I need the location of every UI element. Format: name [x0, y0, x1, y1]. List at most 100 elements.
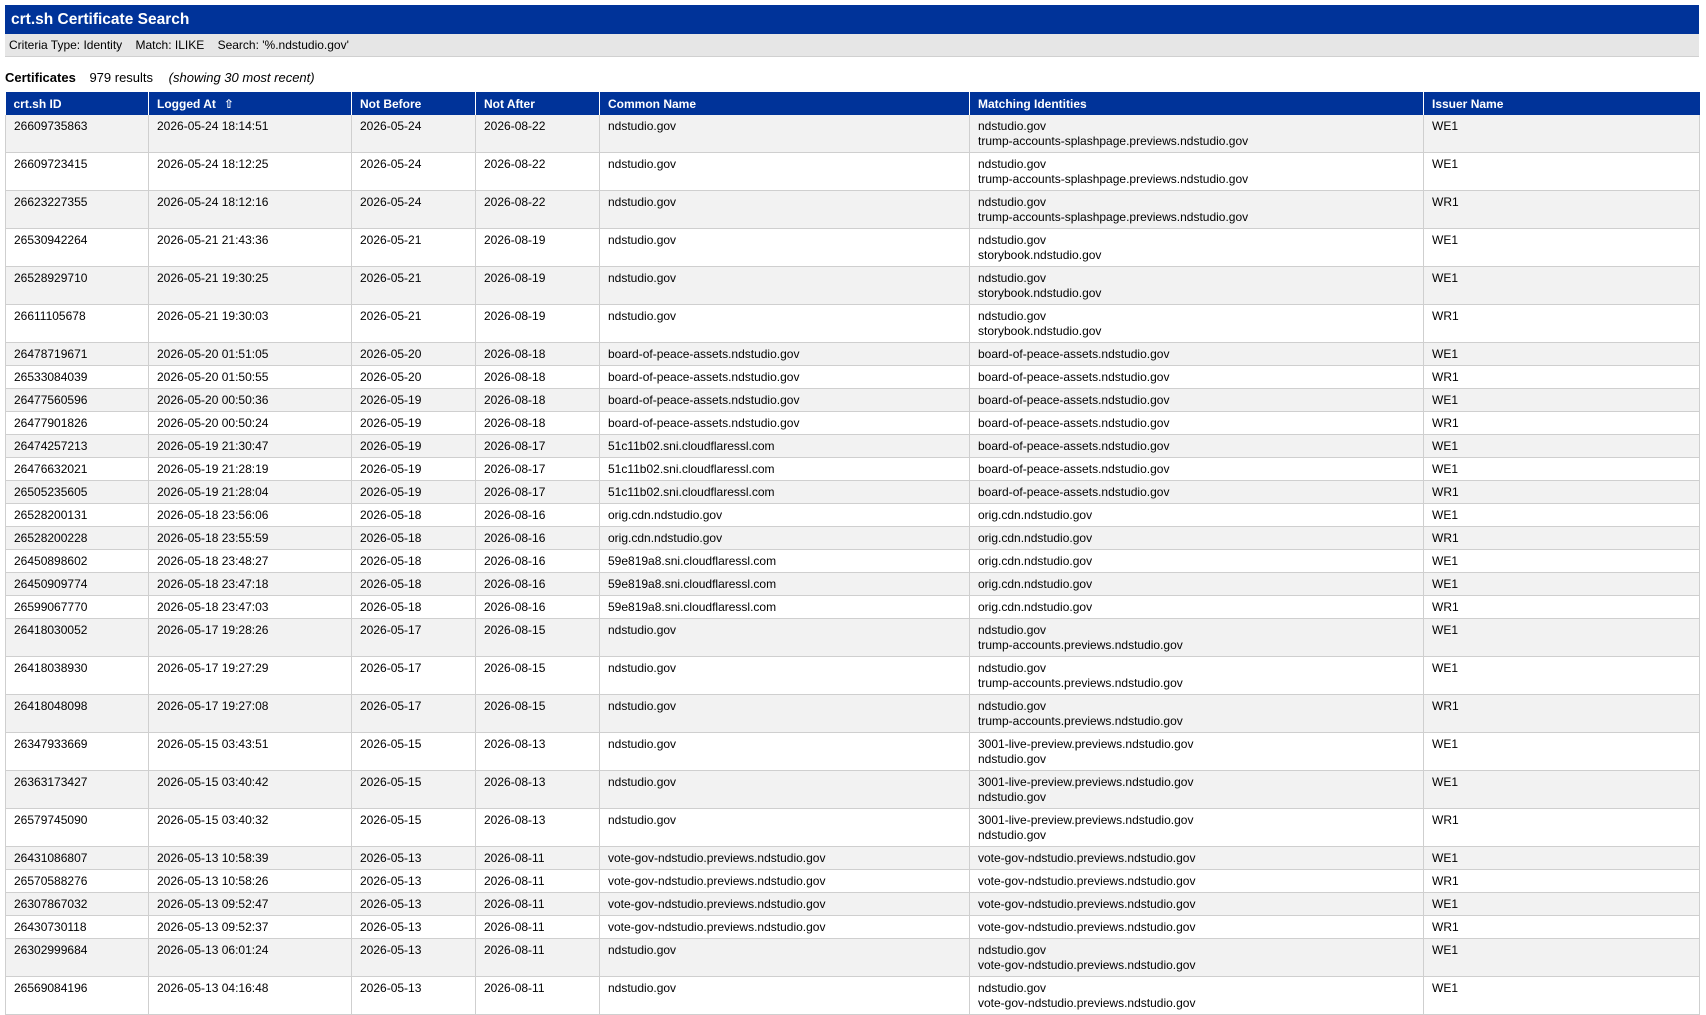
cell-crtsh-id[interactable]: 26623227355: [5, 190, 149, 229]
cell-common-name: 51c11b02.sni.cloudflaressl.com: [599, 457, 970, 481]
cell-issuer-name[interactable]: WR1: [1423, 869, 1700, 893]
table-row: 26418030052 2026-05-17 19:28:26 2026-05-17…: [5, 618, 1700, 657]
cell-crtsh-id[interactable]: 26307867032: [5, 892, 149, 916]
cell-crtsh-id[interactable]: 26347933669: [5, 732, 149, 771]
cell-crtsh-id[interactable]: 26611105678: [5, 304, 149, 343]
cell-issuer-name[interactable]: WR1: [1423, 694, 1700, 733]
cell-matching-identities: vote-gov-ndstudio.previews.ndstudio.gov: [969, 915, 1424, 939]
cell-issuer-name[interactable]: WR1: [1423, 365, 1700, 389]
table-row: 26418048098 2026-05-17 19:27:08 2026-05-17…: [5, 694, 1700, 733]
cell-issuer-name[interactable]: WE1: [1423, 228, 1700, 267]
cell-common-name: 59e819a8.sni.cloudflaressl.com: [599, 549, 970, 573]
cell-issuer-name[interactable]: WR1: [1423, 595, 1700, 619]
up-arrow-icon: ⇧: [223, 96, 234, 111]
cell-crtsh-id[interactable]: 26570588276: [5, 869, 149, 893]
identity-value: trump-accounts.previews.ndstudio.gov: [978, 675, 1183, 690]
column-header-crtsh-id[interactable]: crt.sh ID: [5, 92, 149, 115]
cell-crtsh-id[interactable]: 26476632021: [5, 457, 149, 481]
cell-issuer-name[interactable]: WR1: [1423, 480, 1700, 504]
cell-issuer-name[interactable]: WE1: [1423, 266, 1700, 305]
identity-value: trump-accounts.previews.ndstudio.gov: [978, 713, 1183, 728]
cell-crtsh-id[interactable]: 26505235605: [5, 480, 149, 504]
cell-crtsh-id[interactable]: 26528200228: [5, 526, 149, 550]
cell-crtsh-id[interactable]: 26599067770: [5, 595, 149, 619]
cell-crtsh-id[interactable]: 26609723415: [5, 152, 149, 191]
identity-value: ndstudio.gov: [978, 751, 1047, 766]
cell-not-before: 2026-05-19: [351, 434, 476, 458]
cell-not-before: 2026-05-17: [351, 656, 476, 695]
cell-logged-at: 2026-05-20 01:51:05: [148, 342, 352, 366]
cell-issuer-name[interactable]: WR1: [1423, 526, 1700, 550]
cell-crtsh-id[interactable]: 26477560596: [5, 388, 149, 412]
criteria-match: Match: ILIKE: [135, 38, 205, 52]
certificates-label: Certificates: [5, 70, 76, 85]
cell-not-before: 2026-05-21: [351, 304, 476, 343]
cell-crtsh-id[interactable]: 26474257213: [5, 434, 149, 458]
cell-crtsh-id[interactable]: 26528200131: [5, 503, 149, 527]
cell-crtsh-id[interactable]: 26530942264: [5, 228, 149, 267]
cell-issuer-name[interactable]: WE1: [1423, 503, 1700, 527]
cell-issuer-name[interactable]: WE1: [1423, 549, 1700, 573]
column-header-not-before[interactable]: Not Before: [351, 92, 476, 115]
cell-issuer-name[interactable]: WE1: [1423, 572, 1700, 596]
cell-crtsh-id[interactable]: 26450909774: [5, 572, 149, 596]
cell-issuer-name[interactable]: WE1: [1423, 457, 1700, 481]
cell-matching-identities: ndstudio.gov vote-gov-ndstudio.previews.n…: [969, 938, 1424, 977]
column-header-not-after[interactable]: Not After: [475, 92, 600, 115]
cell-issuer-name[interactable]: WE1: [1423, 770, 1700, 809]
cell-crtsh-id[interactable]: 26609735863: [5, 115, 149, 153]
cell-not-after: 2026-08-11: [475, 892, 600, 916]
cell-common-name: vote-gov-ndstudio.previews.ndstudio.gov: [599, 846, 970, 870]
cell-not-after: 2026-08-15: [475, 618, 600, 657]
cell-crtsh-id[interactable]: 26418048098: [5, 694, 149, 733]
cell-issuer-name[interactable]: WE1: [1423, 342, 1700, 366]
column-header-logged-at[interactable]: Logged At ⇧: [148, 92, 352, 115]
cell-issuer-name[interactable]: WE1: [1423, 618, 1700, 657]
cell-not-before: 2026-05-15: [351, 770, 476, 809]
cell-crtsh-id[interactable]: 26418030052: [5, 618, 149, 657]
cell-crtsh-id[interactable]: 26431086807: [5, 846, 149, 870]
cell-issuer-name[interactable]: WR1: [1423, 190, 1700, 229]
cell-crtsh-id[interactable]: 26569084196: [5, 976, 149, 1015]
cell-crtsh-id[interactable]: 26579745090: [5, 808, 149, 847]
cell-matching-identities: ndstudio.gov trump-accounts.previews.ndst…: [969, 618, 1424, 657]
cell-issuer-name[interactable]: WE1: [1423, 938, 1700, 977]
cell-crtsh-id[interactable]: 26363173427: [5, 770, 149, 809]
cell-crtsh-id[interactable]: 26450898602: [5, 549, 149, 573]
cell-issuer-name[interactable]: WR1: [1423, 808, 1700, 847]
cell-crtsh-id[interactable]: 26478719671: [5, 342, 149, 366]
cell-crtsh-id[interactable]: 26528929710: [5, 266, 149, 305]
cell-not-before: 2026-05-18: [351, 595, 476, 619]
cell-not-after: 2026-08-13: [475, 770, 600, 809]
cell-crtsh-id[interactable]: 26418038930: [5, 656, 149, 695]
cell-issuer-name[interactable]: WE1: [1423, 115, 1700, 153]
cell-issuer-name[interactable]: WE1: [1423, 388, 1700, 412]
cell-not-after: 2026-08-11: [475, 938, 600, 977]
cell-issuer-name[interactable]: WE1: [1423, 846, 1700, 870]
identity-value: board-of-peace-assets.ndstudio.gov: [978, 347, 1170, 361]
cell-issuer-name[interactable]: WR1: [1423, 304, 1700, 343]
cell-issuer-name[interactable]: WE1: [1423, 976, 1700, 1015]
cell-not-before: 2026-05-18: [351, 549, 476, 573]
cell-issuer-name[interactable]: WR1: [1423, 915, 1700, 939]
cell-not-after: 2026-08-13: [475, 732, 600, 771]
cell-issuer-name[interactable]: WR1: [1423, 411, 1700, 435]
identity-value: storybook.ndstudio.gov: [978, 285, 1102, 300]
cell-crtsh-id[interactable]: 26533084039: [5, 365, 149, 389]
cell-issuer-name[interactable]: WE1: [1423, 732, 1700, 771]
cell-issuer-name[interactable]: WE1: [1423, 434, 1700, 458]
identity-value: storybook.ndstudio.gov: [978, 247, 1102, 262]
cell-issuer-name[interactable]: WE1: [1423, 656, 1700, 695]
cell-crtsh-id[interactable]: 26430730118: [5, 915, 149, 939]
cell-not-before: 2026-05-19: [351, 411, 476, 435]
cell-crtsh-id[interactable]: 26477901826: [5, 411, 149, 435]
table-row: 26477901826 2026-05-20 00:50:24 2026-05-19…: [5, 411, 1700, 435]
column-header-common-name[interactable]: Common Name: [599, 92, 970, 115]
column-header-issuer-name[interactable]: Issuer Name: [1423, 92, 1700, 115]
cell-crtsh-id[interactable]: 26302999684: [5, 938, 149, 977]
column-header-matching-identities[interactable]: Matching Identities: [969, 92, 1424, 115]
cell-matching-identities: vote-gov-ndstudio.previews.ndstudio.gov: [969, 846, 1424, 870]
cell-issuer-name[interactable]: WE1: [1423, 892, 1700, 916]
cell-matching-identities: board-of-peace-assets.ndstudio.gov: [969, 411, 1424, 435]
cell-issuer-name[interactable]: WE1: [1423, 152, 1700, 191]
